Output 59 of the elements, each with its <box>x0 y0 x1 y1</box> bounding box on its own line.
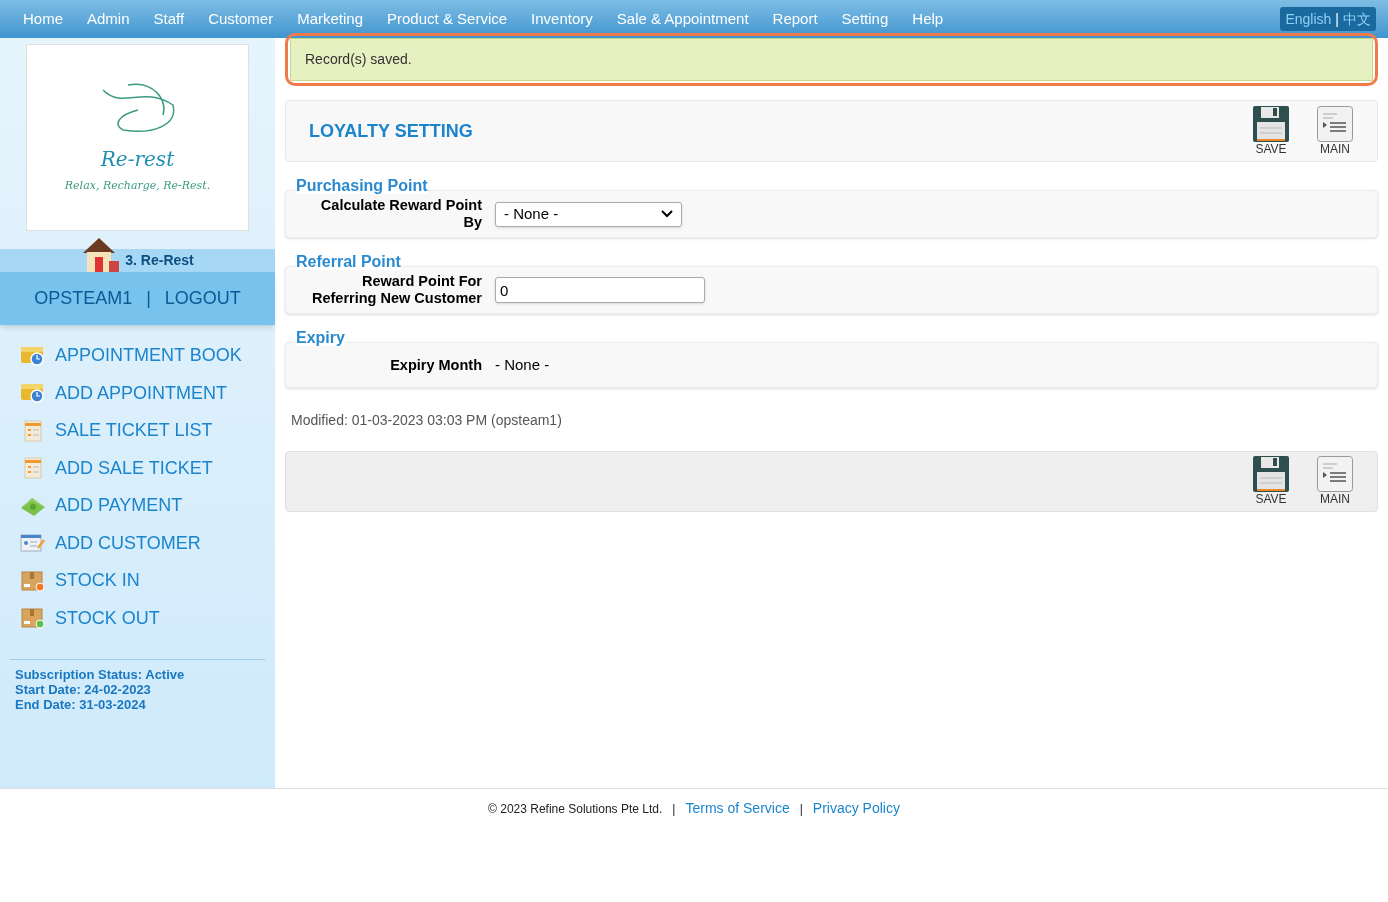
nav-link[interactable]: Customer <box>208 7 274 31</box>
subscription-info: End Date: 31-03-2024 <box>15 697 147 712</box>
separator-text: | <box>672 800 676 818</box>
subscription-info: Start Date: 24-02-2023 <box>15 682 152 697</box>
username-link[interactable]: OPSTEAM1 <box>34 285 133 312</box>
field-label: Reward Point For Referring New Customer <box>311 273 482 307</box>
save-button[interactable]: SAVE <box>1253 456 1289 507</box>
sidebar-menu-item[interactable]: STOCK IN <box>20 568 275 594</box>
box-plus-badge-icon <box>20 607 46 630</box>
success-alert: Record(s) saved. <box>290 38 1373 81</box>
nav-link[interactable]: Staff <box>153 7 185 31</box>
nav-link[interactable]: Product & Service <box>387 7 508 31</box>
calendar-clock-icon <box>20 382 46 405</box>
sidebar-menu-item[interactable]: SALE TICKET LIST <box>20 418 275 444</box>
chevron-down-icon <box>661 210 673 218</box>
separator-text: | <box>1335 9 1339 29</box>
list-icon <box>1317 456 1353 492</box>
sidebar-menu-item[interactable]: ADD PAYMENT <box>20 493 275 519</box>
language-link[interactable]: 中文 <box>1343 8 1371 30</box>
calendar-clock-icon <box>20 344 46 367</box>
section-legend: Referral Point <box>296 253 401 270</box>
privacy-link[interactable]: Privacy Policy <box>812 798 900 819</box>
nav-link[interactable]: Sale & Appointment <box>616 7 749 31</box>
logout-link[interactable]: LOGOUT <box>164 285 241 312</box>
logo-name: Re-rest <box>100 146 175 174</box>
nav-link[interactable]: Setting <box>841 7 889 31</box>
nav-link[interactable]: Home <box>23 7 63 31</box>
language-link[interactable]: English <box>1285 8 1332 30</box>
id-card-pencil-icon <box>20 532 46 555</box>
list-icon <box>1317 105 1353 142</box>
nav-link[interactable]: Marketing <box>297 7 364 31</box>
field-label: Calculate Reward Point By <box>319 197 482 231</box>
dropdown[interactable]: - None - <box>495 201 682 227</box>
copyright-text: © 2023 Refine Solutions Pte Ltd. <box>488 800 663 818</box>
nav-link[interactable]: Inventory <box>531 7 593 31</box>
separator-text: | <box>146 287 151 310</box>
logo-tagline: Relax, Recharge, Re-Rest. <box>64 178 211 195</box>
modified-info: Modified: 01-03-2023 03:03 PM (opsteam1) <box>291 411 563 430</box>
field-label: Expiry Month <box>389 356 482 374</box>
field-value: - None - <box>495 356 550 373</box>
main-button[interactable]: MAIN <box>1317 105 1353 157</box>
nav-link[interactable]: Admin <box>87 7 130 31</box>
subscription-info: Subscription Status: Active <box>15 667 186 682</box>
input-field[interactable]: 0 <box>495 277 705 303</box>
sidebar-menu-item[interactable]: STOCK OUT <box>20 605 275 631</box>
nav-link[interactable]: Help <box>912 7 944 31</box>
separator-text: | <box>799 800 803 818</box>
terms-link[interactable]: Terms of Service <box>685 798 790 819</box>
sidebar-menu-item[interactable]: ADD SALE TICKET <box>20 455 275 481</box>
section-legend: Purchasing Point <box>296 177 428 194</box>
save-button[interactable]: SAVE <box>1253 105 1289 157</box>
sidebar-menu-item[interactable]: APPOINTMENT BOOK <box>20 343 275 369</box>
sidebar-menu-item[interactable]: ADD APPOINTMENT <box>20 380 275 406</box>
sidebar-menu-item[interactable]: ADD CUSTOMER <box>20 530 275 556</box>
page-title: LOYALTY SETTING <box>309 119 473 143</box>
outlet-name: 3. Re-Rest <box>125 251 194 270</box>
nav-link[interactable]: Report <box>772 7 818 31</box>
section-legend: Expiry <box>296 329 345 346</box>
main-button[interactable]: MAIN <box>1317 456 1353 507</box>
